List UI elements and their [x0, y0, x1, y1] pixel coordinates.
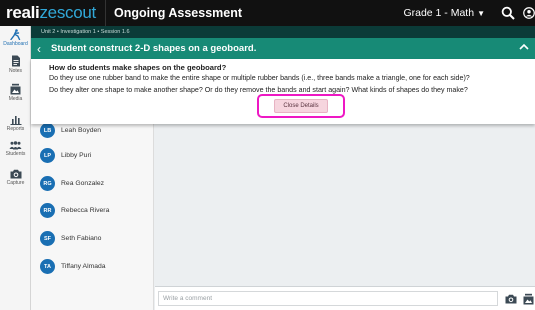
- search-icon[interactable]: [499, 4, 517, 22]
- app-title: Ongoing Assessment: [113, 6, 243, 20]
- list-item[interactable]: TA Tiffany Almada: [31, 253, 153, 280]
- avatar: RG: [40, 176, 55, 191]
- media-icon: [10, 83, 21, 95]
- camera-icon[interactable]: [504, 292, 518, 306]
- caret-down-icon: ▼: [477, 9, 485, 18]
- comment-input[interactable]: [158, 291, 498, 306]
- avatar: RR: [40, 203, 55, 218]
- user-account-icon[interactable]: [523, 4, 535, 22]
- avatar: LB: [40, 124, 55, 138]
- list-item[interactable]: LP Libby Puri: [31, 142, 153, 169]
- realizescout-logo[interactable]: realizescout: [0, 3, 96, 23]
- observation-panel: [155, 124, 535, 286]
- close-details-button[interactable]: Close Details: [274, 99, 328, 113]
- comment-bar: [155, 286, 535, 310]
- camera-icon: [10, 169, 21, 179]
- student-name: Libby Puri: [61, 152, 92, 159]
- walker-icon: [10, 29, 21, 40]
- grade-selector[interactable]: Grade 1 - Math ▼: [403, 7, 485, 19]
- activity-banner: ‹ Student construct 2-D shapes on a geob…: [31, 38, 535, 59]
- list-item[interactable]: RR Rebecca Rivera: [31, 197, 153, 224]
- breadcrumb: Unit 2 • Investigation 1 • Session 1.6: [31, 26, 535, 38]
- chevron-up-icon[interactable]: [519, 42, 529, 53]
- rail-item-capture[interactable]: Capture: [0, 169, 31, 186]
- close-details-highlight: Close Details: [257, 94, 345, 118]
- student-name: Rebecca Rivera: [61, 207, 110, 214]
- activity-title: Student construct 2-D shapes on a geoboa…: [51, 43, 257, 54]
- student-name: Seth Fabiano: [61, 235, 102, 242]
- details-panel: How do students make shapes on the geobo…: [31, 59, 535, 124]
- document-icon: [11, 55, 20, 67]
- student-name: Tiffany Almada: [61, 263, 106, 270]
- grade-selector-label: Grade 1 - Math: [403, 7, 475, 19]
- rail-item-reports[interactable]: Reports: [0, 114, 31, 132]
- rail-label-reports: Reports: [6, 126, 25, 132]
- chevron-left-icon[interactable]: ‹: [37, 42, 47, 56]
- bar-chart-icon: [10, 116, 21, 125]
- people-icon: [9, 141, 22, 150]
- details-line-2: Do they alter one shape to make another …: [49, 86, 468, 94]
- details-question: How do students make shapes on the geobo…: [49, 63, 227, 72]
- student-name: Rea Gonzalez: [61, 180, 105, 187]
- rail-label-media: Media: [8, 96, 23, 102]
- details-line-1: Do they use one rubber band to make the …: [49, 74, 470, 82]
- avatar: LP: [40, 148, 55, 163]
- student-name: Leah Boyden: [61, 127, 102, 134]
- avatar: SF: [40, 231, 55, 246]
- student-list: LB Leah Boyden LP Libby Puri RG Rea Gonz…: [31, 124, 154, 286]
- rail-label-capture: Capture: [6, 180, 25, 186]
- logo-text-scout: zescout: [39, 3, 96, 22]
- left-nav-rail: Dashboard Notes Media Reports Students C…: [0, 26, 31, 310]
- student-list-footer: [31, 286, 154, 310]
- logo-text-realize: reali: [6, 3, 40, 22]
- rail-item-media[interactable]: Media: [0, 83, 31, 102]
- top-bar: realizescout Ongoing Assessment Grade 1 …: [0, 0, 535, 26]
- avatar: TA: [40, 259, 55, 274]
- header-divider: [104, 0, 106, 26]
- rail-label-students: Students: [5, 151, 26, 157]
- media-icon[interactable]: [521, 292, 535, 306]
- rail-item-students[interactable]: Students: [0, 141, 31, 157]
- rail-item-dashboard[interactable]: Dashboard: [0, 29, 31, 47]
- rail-label-notes: Notes: [8, 68, 23, 74]
- list-item[interactable]: RG Rea Gonzalez: [31, 170, 153, 197]
- list-item[interactable]: SF Seth Fabiano: [31, 225, 153, 252]
- rail-item-notes[interactable]: Notes: [0, 55, 31, 74]
- list-item[interactable]: LB Leah Boyden: [31, 124, 153, 144]
- rail-label-dashboard: Dashboard: [3, 41, 28, 47]
